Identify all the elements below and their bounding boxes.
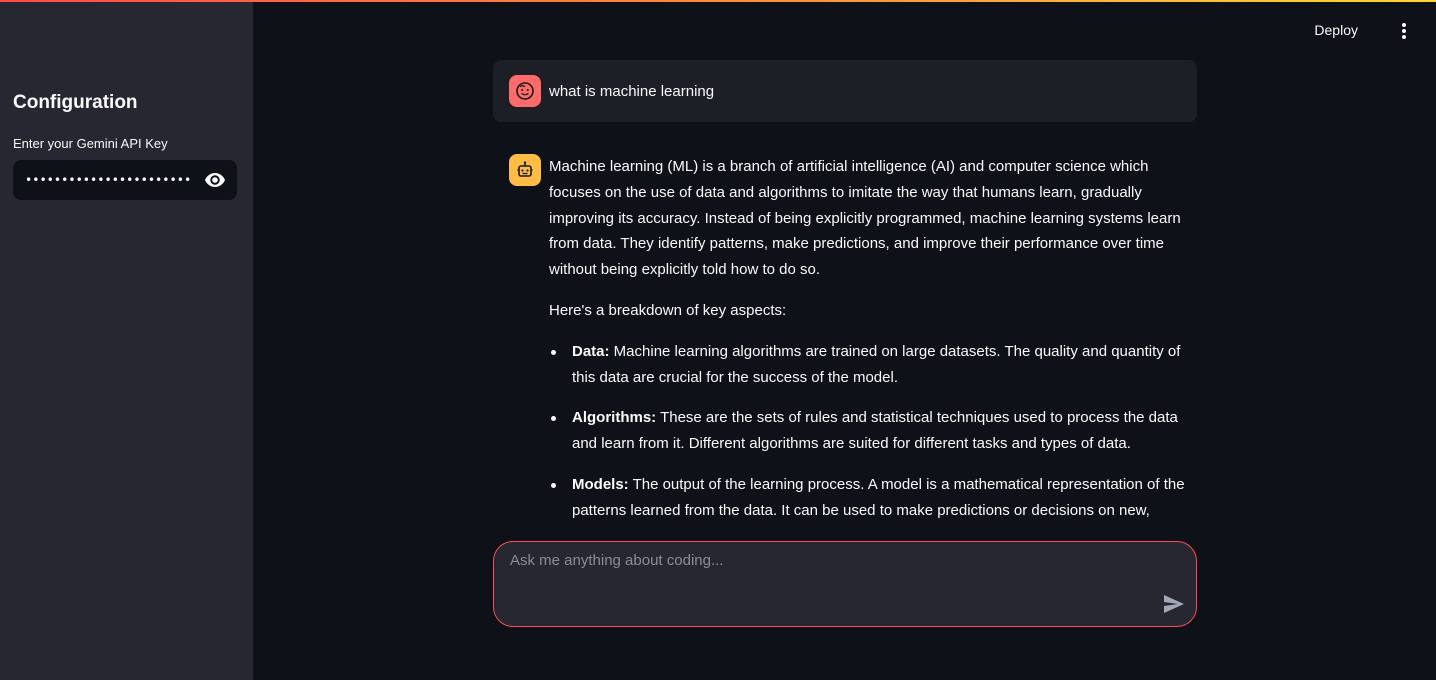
- assistant-intro: Machine learning (ML) is a branch of art…: [549, 158, 1181, 279]
- top-decoration-bar: [0, 0, 1436, 2]
- chat-history[interactable]: what is machine learning Machine learnin…: [493, 60, 1203, 530]
- api-key-label: Enter your Gemini API Key: [13, 136, 168, 151]
- user-face-icon: [516, 82, 534, 100]
- show-password-button[interactable]: [193, 160, 237, 200]
- point-term: Models:: [572, 475, 629, 493]
- point-text: The output of the learning process. A mo…: [572, 475, 1185, 519]
- chat-input-box: [493, 541, 1197, 627]
- api-key-input[interactable]: [13, 160, 193, 200]
- assistant-points-list: Data: Machine learning algorithms are tr…: [549, 339, 1197, 524]
- kebab-menu-icon: [1402, 23, 1406, 27]
- assistant-message-content: Machine learning (ML) is a branch of art…: [549, 154, 1197, 530]
- point-text: Machine learning algorithms are trained …: [572, 342, 1181, 386]
- point-text: These are the sets of rules and statisti…: [572, 409, 1178, 453]
- assistant-avatar: [509, 154, 541, 186]
- user-avatar: [509, 75, 541, 107]
- sidebar: Configuration Enter your Gemini API Key: [0, 0, 253, 680]
- send-button[interactable]: [1162, 592, 1186, 616]
- send-icon: [1164, 595, 1184, 613]
- eye-icon: [205, 173, 225, 187]
- assistant-message: Machine learning (ML) is a branch of art…: [493, 154, 1197, 530]
- list-item: Models: The output of the learning proce…: [549, 472, 1197, 524]
- deploy-button[interactable]: Deploy: [1314, 22, 1358, 38]
- main-menu-button[interactable]: [1394, 22, 1414, 40]
- point-term: Algorithms:: [572, 409, 657, 427]
- list-item: Data: Machine learning algorithms are tr…: [549, 339, 1197, 391]
- app-header: Deploy: [253, 2, 1436, 58]
- robot-icon: [517, 161, 533, 177]
- list-item: Algorithms: These are the sets of rules …: [549, 405, 1197, 457]
- chat-input[interactable]: [510, 552, 1150, 612]
- api-key-field: [13, 160, 237, 200]
- sidebar-title: Configuration: [13, 92, 138, 113]
- user-message: what is machine learning: [493, 60, 1197, 122]
- assistant-breakdown-heading: Here's a breakdown of key aspects:: [549, 301, 787, 319]
- user-message-text: what is machine learning: [549, 82, 715, 100]
- point-term: Data:: [572, 342, 610, 360]
